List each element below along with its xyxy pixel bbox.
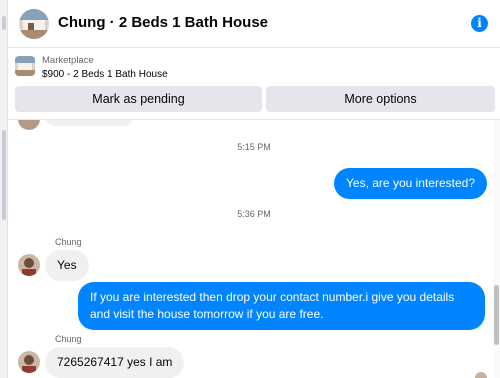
marketplace-label: Marketplace	[42, 55, 94, 66]
message-bubble-outgoing[interactable]: If you are interested then drop your con…	[78, 282, 485, 330]
message-bubble-outgoing[interactable]: Yes, are you interested?	[334, 168, 487, 199]
sender-name: Chung	[55, 334, 82, 344]
message-bubble-partial	[45, 120, 133, 126]
listing-title[interactable]: $900 - 2 Beds 1 Bath House	[42, 69, 168, 80]
info-icon[interactable]: i	[471, 15, 488, 32]
avatar[interactable]	[18, 351, 40, 373]
seen-avatar-icon	[475, 372, 487, 378]
avatar	[18, 120, 40, 130]
timestamp: 5:36 PM	[237, 209, 271, 219]
message-bubble-incoming[interactable]: Yes	[45, 250, 89, 281]
avatar[interactable]	[18, 254, 40, 276]
scrollbar[interactable]	[493, 120, 500, 378]
listing-thumbnail[interactable]	[15, 56, 35, 76]
listing-avatar[interactable]	[19, 9, 49, 39]
sender-name: Chung	[55, 237, 82, 247]
mark-as-pending-button[interactable]: Mark as pending	[15, 86, 262, 112]
scrollbar-thumb[interactable]	[494, 285, 499, 345]
conversation-header: Chung · 2 Beds 1 Bath House i	[8, 0, 500, 48]
window-edge	[0, 0, 8, 378]
conversation-title: Chung · 2 Beds 1 Bath House	[58, 14, 269, 31]
message-bubble-incoming[interactable]: 7265267417 yes I am	[45, 347, 185, 378]
more-options-button[interactable]: More options	[266, 86, 495, 112]
timestamp: 5:15 PM	[237, 142, 271, 152]
marketplace-listing-panel: Marketplace $900 - 2 Beds 1 Bath House M…	[8, 48, 500, 120]
message-thread[interactable]: 5:15 PM Yes, are you interested? 5:36 PM…	[8, 120, 500, 378]
